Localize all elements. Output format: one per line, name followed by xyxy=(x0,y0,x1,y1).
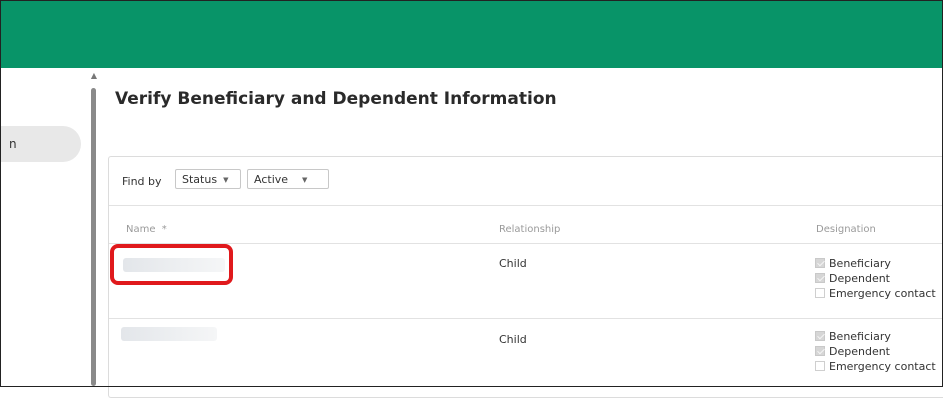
divider xyxy=(109,318,943,319)
checkbox-checked-icon[interactable] xyxy=(815,258,825,268)
column-header-name-label: Name xyxy=(126,224,156,235)
designation-emergency-contact[interactable]: Emergency contact xyxy=(815,359,936,374)
status-filter-dropdown[interactable]: Status ▼ xyxy=(175,169,241,189)
column-header-name[interactable]: Name * xyxy=(126,224,167,235)
column-header-designation[interactable]: Designation xyxy=(816,224,876,235)
relationship-cell: Child xyxy=(499,257,527,270)
designation-emergency-contact[interactable]: Emergency contact xyxy=(815,286,936,301)
checkbox-unchecked-icon[interactable] xyxy=(815,288,825,298)
caret-down-icon: ▼ xyxy=(302,176,308,184)
checkbox-unchecked-icon[interactable] xyxy=(815,361,825,371)
designation-cell: Beneficiary Dependent Emergency contact xyxy=(815,329,936,374)
find-by-label: Find by xyxy=(122,175,162,188)
checkbox-checked-icon[interactable] xyxy=(815,331,825,341)
column-header-relationship[interactable]: Relationship xyxy=(499,224,560,235)
main-content: Verify Beneficiary and Dependent Informa… xyxy=(100,68,943,398)
nav-item-label: n xyxy=(9,137,17,151)
checkbox-checked-icon[interactable] xyxy=(815,346,825,356)
designation-label: Beneficiary xyxy=(829,330,891,343)
beneficiary-table-card: Find by Status ▼ Active ▼ Name * Relations… xyxy=(108,156,943,398)
designation-label: Emergency contact xyxy=(829,360,936,373)
filter-row: Find by Status ▼ Active ▼ xyxy=(109,157,943,205)
scroll-up-arrow-icon[interactable]: ▲ xyxy=(90,72,98,80)
designation-cell: Beneficiary Dependent Emergency contact xyxy=(815,256,936,301)
nav-item-active[interactable]: n xyxy=(0,126,81,162)
checkbox-checked-icon[interactable] xyxy=(815,273,825,283)
name-cell-redacted[interactable] xyxy=(121,327,217,341)
active-filter-label: Active xyxy=(254,173,289,186)
designation-dependent[interactable]: Dependent xyxy=(815,344,936,359)
divider xyxy=(109,243,943,244)
designation-beneficiary[interactable]: Beneficiary xyxy=(815,256,936,271)
sort-indicator-icon: * xyxy=(161,224,167,235)
divider xyxy=(109,205,943,206)
page-title: Verify Beneficiary and Dependent Informa… xyxy=(115,89,557,109)
active-filter-dropdown[interactable]: Active ▼ xyxy=(247,169,329,189)
caret-down-icon: ▼ xyxy=(223,176,229,184)
highlight-annotation-box xyxy=(110,244,233,285)
designation-dependent[interactable]: Dependent xyxy=(815,271,936,286)
designation-label: Dependent xyxy=(829,345,890,358)
left-navigation: n xyxy=(0,68,89,386)
top-header-bar xyxy=(1,1,942,68)
designation-beneficiary[interactable]: Beneficiary xyxy=(815,329,936,344)
relationship-cell: Child xyxy=(499,333,527,346)
designation-label: Dependent xyxy=(829,272,890,285)
status-filter-label: Status xyxy=(182,173,218,186)
designation-label: Beneficiary xyxy=(829,257,891,270)
scrollbar-thumb[interactable] xyxy=(91,88,96,386)
designation-label: Emergency contact xyxy=(829,287,936,300)
